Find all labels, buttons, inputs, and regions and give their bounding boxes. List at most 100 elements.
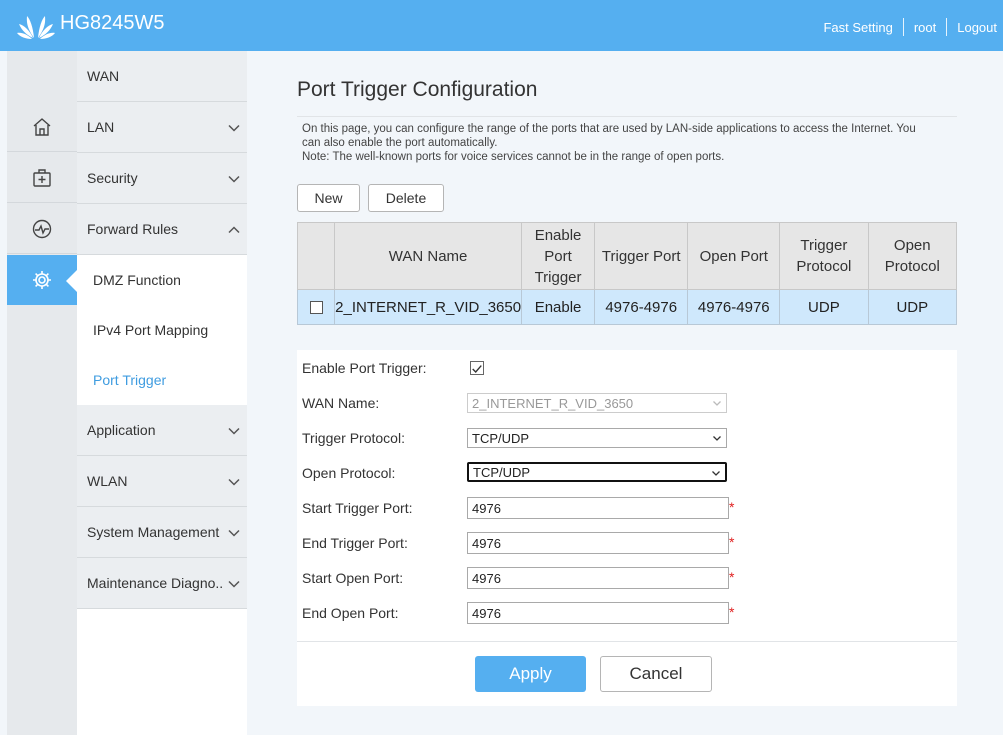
- submenu-item-port-trigger[interactable]: Port Trigger: [77, 355, 247, 405]
- row-checkbox[interactable]: [309, 301, 323, 315]
- menu-item-system-management[interactable]: System Management: [77, 507, 247, 558]
- menu-item-application[interactable]: Application: [77, 405, 247, 456]
- huawei-logo-icon: [17, 16, 55, 39]
- pulse-icon: [32, 219, 52, 238]
- open-protocol-value: TCP/UDP: [473, 464, 531, 480]
- new-button[interactable]: New: [297, 184, 360, 212]
- menu-item-forward-rules[interactable]: Forward Rules: [77, 204, 247, 255]
- end-trigger-port-input[interactable]: 4976: [467, 532, 729, 554]
- enable-port-trigger-label: Enable Port Trigger:: [302, 360, 427, 376]
- required-marker: *: [729, 604, 735, 620]
- open-protocol-select[interactable]: TCP/UDP: [467, 462, 727, 482]
- submenu-item-label: DMZ Function: [93, 272, 181, 288]
- enable-port-trigger-checkbox[interactable]: [470, 361, 484, 375]
- menu-item-label: WLAN: [87, 473, 128, 489]
- chevron-down-icon: [228, 124, 240, 132]
- first-aid-kit-icon: [33, 168, 51, 187]
- apply-button[interactable]: Apply: [475, 656, 586, 692]
- column-header-trigger-port: Trigger Port: [594, 222, 689, 290]
- header-links: Fast Setting root Logout: [823, 18, 997, 36]
- side-menu: WAN LAN Security Forward Rules DMZ Funct…: [77, 51, 247, 735]
- table-row[interactable]: 2_INTERNET_R_VID_3650 Enable 4976-4976 4…: [296, 289, 958, 325]
- header-line: Enable: [534, 226, 582, 244]
- end-trigger-port-label: End Trigger Port:: [302, 535, 408, 551]
- chevron-down-icon: [228, 529, 240, 537]
- cell-trigger-protocol: UDP: [779, 289, 869, 325]
- rail-item-advanced[interactable]: [7, 255, 77, 305]
- device-model: HG8245W5: [60, 12, 165, 34]
- menu-item-label: LAN: [87, 119, 115, 135]
- form-divider: [297, 641, 957, 642]
- top-header: HG8245W5 Fast Setting root Logout: [0, 0, 1003, 51]
- page-description: On this page, you can configure the rang…: [302, 122, 952, 164]
- chevron-down-icon: [228, 478, 240, 486]
- header-line: Open: [893, 237, 931, 254]
- select-column-header: [296, 222, 336, 290]
- start-open-port-input[interactable]: 4976: [467, 567, 729, 589]
- menu-item-label: Application: [87, 422, 156, 438]
- required-marker: *: [729, 499, 735, 515]
- column-header-wan-name: WAN Name: [334, 222, 523, 290]
- gear-icon: [33, 271, 51, 289]
- header-line: Protocol: [884, 258, 940, 275]
- menu-item-security[interactable]: Security: [77, 153, 247, 204]
- column-header-trigger-protocol: Trigger Protocol: [779, 222, 869, 290]
- page-title: Port Trigger Configuration: [297, 78, 538, 101]
- submenu-item-label: IPv4 Port Mapping: [93, 322, 209, 338]
- chevron-down-icon: [228, 175, 240, 183]
- header-divider: [946, 18, 948, 36]
- cell-open-protocol: UDP: [867, 289, 958, 325]
- start-trigger-port-input[interactable]: 4976: [467, 497, 729, 519]
- open-protocol-label: Open Protocol:: [302, 465, 396, 481]
- cell-wan-name: 2_INTERNET_R_VID_3650: [334, 289, 523, 325]
- logout-link[interactable]: Logout: [957, 20, 997, 35]
- fast-setting-link[interactable]: Fast Setting: [823, 20, 892, 35]
- wan-name-label: WAN Name:: [302, 395, 380, 411]
- description-line: On this page, you can configure the rang…: [302, 123, 916, 135]
- rail-item-home[interactable]: [7, 102, 77, 152]
- user-link[interactable]: root: [914, 20, 936, 35]
- header-line: Trigger: [800, 237, 848, 254]
- rail-item-maintenance[interactable]: [7, 153, 77, 203]
- menu-item-wan[interactable]: WAN: [77, 51, 247, 102]
- chevron-down-icon: [228, 580, 240, 588]
- header-line: Protocol: [796, 258, 852, 275]
- header-line: Port: [544, 247, 572, 265]
- menu-item-wlan[interactable]: WLAN: [77, 456, 247, 507]
- rail-item-status[interactable]: [7, 204, 77, 254]
- checkmark-icon: [472, 365, 482, 374]
- submenu-item-label: Port Trigger: [93, 372, 167, 388]
- cell-open-port: 4976-4976: [687, 289, 781, 325]
- header-divider: [902, 18, 904, 36]
- chevron-down-icon: [228, 427, 240, 435]
- menu-item-label: System Management: [87, 524, 220, 540]
- submenu-item-ipv4-port-mapping[interactable]: IPv4 Port Mapping: [77, 305, 247, 355]
- chevron-down-icon: [713, 401, 721, 406]
- column-header-open-protocol: Open Protocol: [867, 222, 958, 290]
- menu-item-maintenance-diagnosis[interactable]: Maintenance Diagno..: [77, 558, 247, 609]
- port-trigger-table: WAN Name Enable Port Trigger Trigger Por…: [296, 222, 958, 325]
- menu-item-lan[interactable]: LAN: [77, 102, 247, 153]
- header-line: Trigger: [534, 268, 582, 286]
- submenu-item-dmz-function[interactable]: DMZ Function: [77, 255, 247, 305]
- trigger-protocol-select[interactable]: TCP/UDP: [467, 428, 727, 448]
- menu-item-label: Security: [87, 170, 138, 186]
- delete-button[interactable]: Delete: [368, 184, 444, 212]
- icon-rail: [7, 51, 77, 735]
- menu-item-label: Maintenance Diagno..: [87, 575, 224, 591]
- cancel-button[interactable]: Cancel: [600, 656, 712, 692]
- port-trigger-form: Enable Port Trigger: WAN Name: 2_INTERNE…: [297, 350, 957, 706]
- chevron-down-icon: [713, 436, 721, 441]
- required-marker: *: [729, 569, 735, 585]
- required-marker: *: [729, 534, 735, 550]
- column-header-open-port: Open Port: [687, 222, 781, 290]
- cell-trigger-port: 4976-4976: [594, 289, 689, 325]
- description-line: can also enable the port automatically.: [302, 137, 498, 149]
- menu-item-label: WAN: [87, 68, 120, 84]
- wan-name-select[interactable]: 2_INTERNET_R_VID_3650: [467, 393, 727, 413]
- start-open-port-label: Start Open Port:: [302, 570, 404, 586]
- trigger-protocol-label: Trigger Protocol:: [302, 430, 405, 446]
- row-select-cell[interactable]: [296, 289, 336, 325]
- description-note: Note: The well-known ports for voice ser…: [302, 151, 725, 163]
- end-open-port-input[interactable]: 4976: [467, 602, 729, 624]
